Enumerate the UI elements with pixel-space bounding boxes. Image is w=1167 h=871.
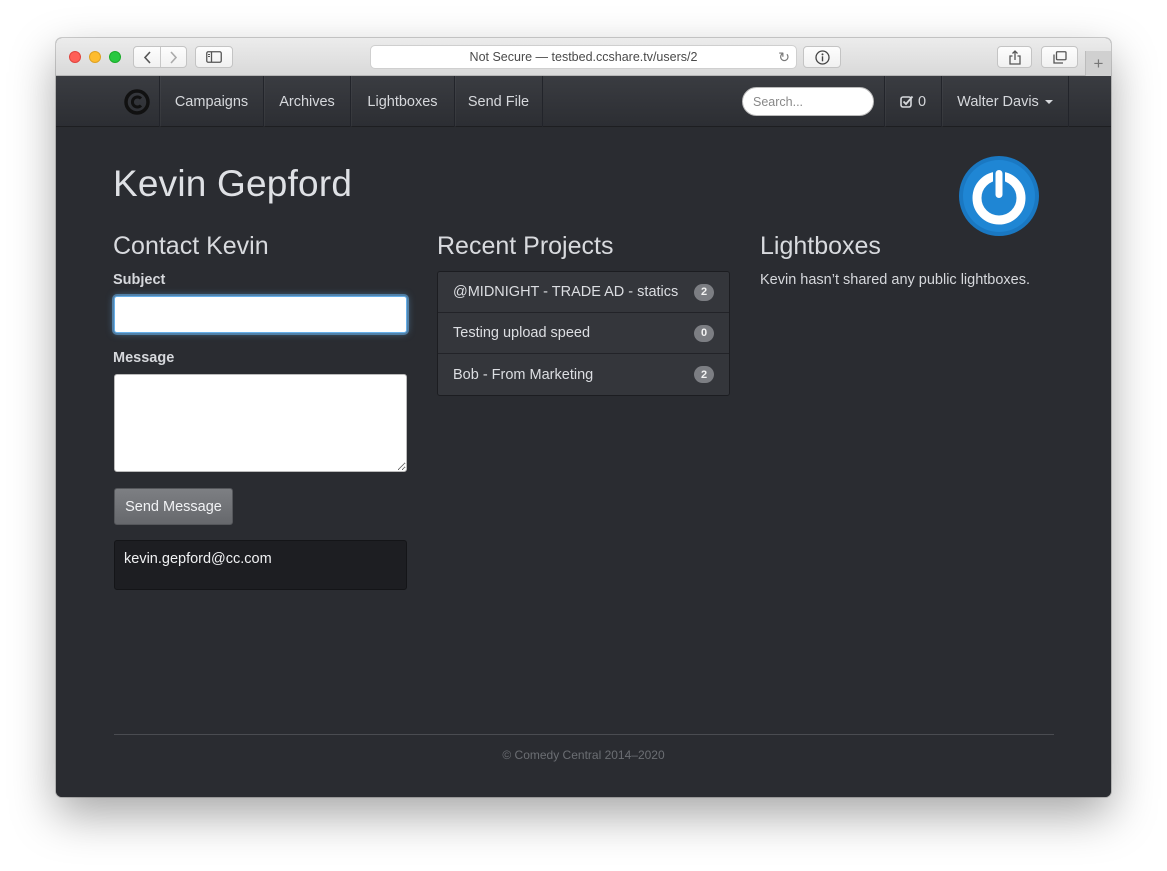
task-count: 0 bbox=[917, 93, 927, 110]
caret-down-icon bbox=[1044, 99, 1053, 104]
page-info-button[interactable] bbox=[803, 46, 841, 68]
send-message-button[interactable]: Send Message bbox=[114, 488, 233, 525]
chevron-right-icon bbox=[170, 50, 178, 64]
plus-icon: + bbox=[1093, 53, 1104, 73]
lightboxes-empty-message: Kevin hasn’t shared any public lightboxe… bbox=[760, 272, 1031, 288]
footer-copyright: © Comedy Central 2014–2020 bbox=[502, 748, 665, 762]
back-button[interactable] bbox=[134, 47, 160, 67]
new-tab-button[interactable]: + bbox=[1085, 51, 1111, 76]
forward-button[interactable] bbox=[160, 47, 186, 67]
user-menu[interactable]: Walter Davis bbox=[941, 76, 1069, 127]
project-item[interactable]: Testing upload speed 0 bbox=[438, 313, 729, 354]
comedy-central-logo-icon bbox=[124, 88, 150, 115]
lightboxes-heading: Lightboxes bbox=[760, 232, 881, 260]
share-button[interactable] bbox=[997, 46, 1032, 68]
message-label: Message bbox=[113, 350, 175, 366]
history-nav-group bbox=[133, 46, 187, 68]
nav-tasks[interactable]: 0 bbox=[884, 76, 941, 127]
contact-heading: Contact Kevin bbox=[113, 232, 269, 260]
subject-input[interactable] bbox=[114, 296, 407, 333]
close-window-button[interactable] bbox=[69, 51, 81, 63]
page-content: Kevin Gepford Contact Kevin Subject Mess… bbox=[56, 128, 1111, 797]
project-item[interactable]: Bob - From Marketing 2 bbox=[438, 354, 729, 395]
brand-logo-link[interactable] bbox=[114, 76, 160, 127]
nav-lightboxes[interactable]: Lightboxes bbox=[350, 76, 454, 127]
tabs-icon bbox=[1052, 50, 1067, 64]
nav-campaigns[interactable]: Campaigns bbox=[159, 76, 263, 127]
message-textarea[interactable] bbox=[114, 374, 407, 472]
user-menu-label: Walter Davis bbox=[957, 93, 1039, 110]
project-name: Bob - From Marketing bbox=[453, 366, 594, 383]
nav-archives[interactable]: Archives bbox=[263, 76, 350, 127]
url-text: Not Secure — testbed.ccshare.tv/users/2 bbox=[469, 50, 698, 64]
chevron-left-icon bbox=[143, 50, 151, 64]
project-count-badge: 2 bbox=[694, 283, 714, 301]
sidebar-toggle-button[interactable] bbox=[195, 46, 233, 68]
project-name: @MIDNIGHT - TRADE AD - statics bbox=[453, 284, 679, 300]
project-count-badge: 0 bbox=[694, 324, 714, 342]
title-bar: Not Secure — testbed.ccshare.tv/users/2 … bbox=[56, 38, 1111, 76]
power-logo-avatar-icon bbox=[959, 156, 1039, 236]
browser-window: Not Secure — testbed.ccshare.tv/users/2 … bbox=[56, 38, 1111, 797]
zoom-window-button[interactable] bbox=[109, 51, 121, 63]
project-name: Testing upload speed bbox=[453, 325, 591, 341]
recent-projects-heading: Recent Projects bbox=[437, 232, 614, 260]
minimize-window-button[interactable] bbox=[89, 51, 101, 63]
nav-send-file[interactable]: Send File bbox=[454, 76, 543, 127]
search-input[interactable] bbox=[742, 87, 874, 116]
share-icon bbox=[1008, 49, 1021, 65]
page-title: Kevin Gepford bbox=[113, 163, 353, 204]
contact-email: kevin.gepford@cc.com bbox=[114, 540, 407, 590]
address-bar[interactable]: Not Secure — testbed.ccshare.tv/users/2 … bbox=[370, 45, 797, 69]
top-navbar: Campaigns Archives Lightboxes Send File … bbox=[56, 76, 1111, 127]
reload-icon[interactable]: ↻ bbox=[778, 49, 790, 66]
project-count-badge: 2 bbox=[694, 366, 714, 383]
tab-overview-button[interactable] bbox=[1041, 46, 1078, 68]
footer-divider bbox=[114, 734, 1054, 735]
subject-label: Subject bbox=[113, 272, 166, 288]
checkbox-checked-icon bbox=[900, 95, 914, 108]
info-icon bbox=[814, 49, 830, 65]
project-item[interactable]: @MIDNIGHT - TRADE AD - statics 2 bbox=[438, 272, 729, 313]
sidebar-icon bbox=[206, 51, 222, 63]
recent-projects-list: @MIDNIGHT - TRADE AD - statics 2 Testing… bbox=[437, 271, 730, 396]
